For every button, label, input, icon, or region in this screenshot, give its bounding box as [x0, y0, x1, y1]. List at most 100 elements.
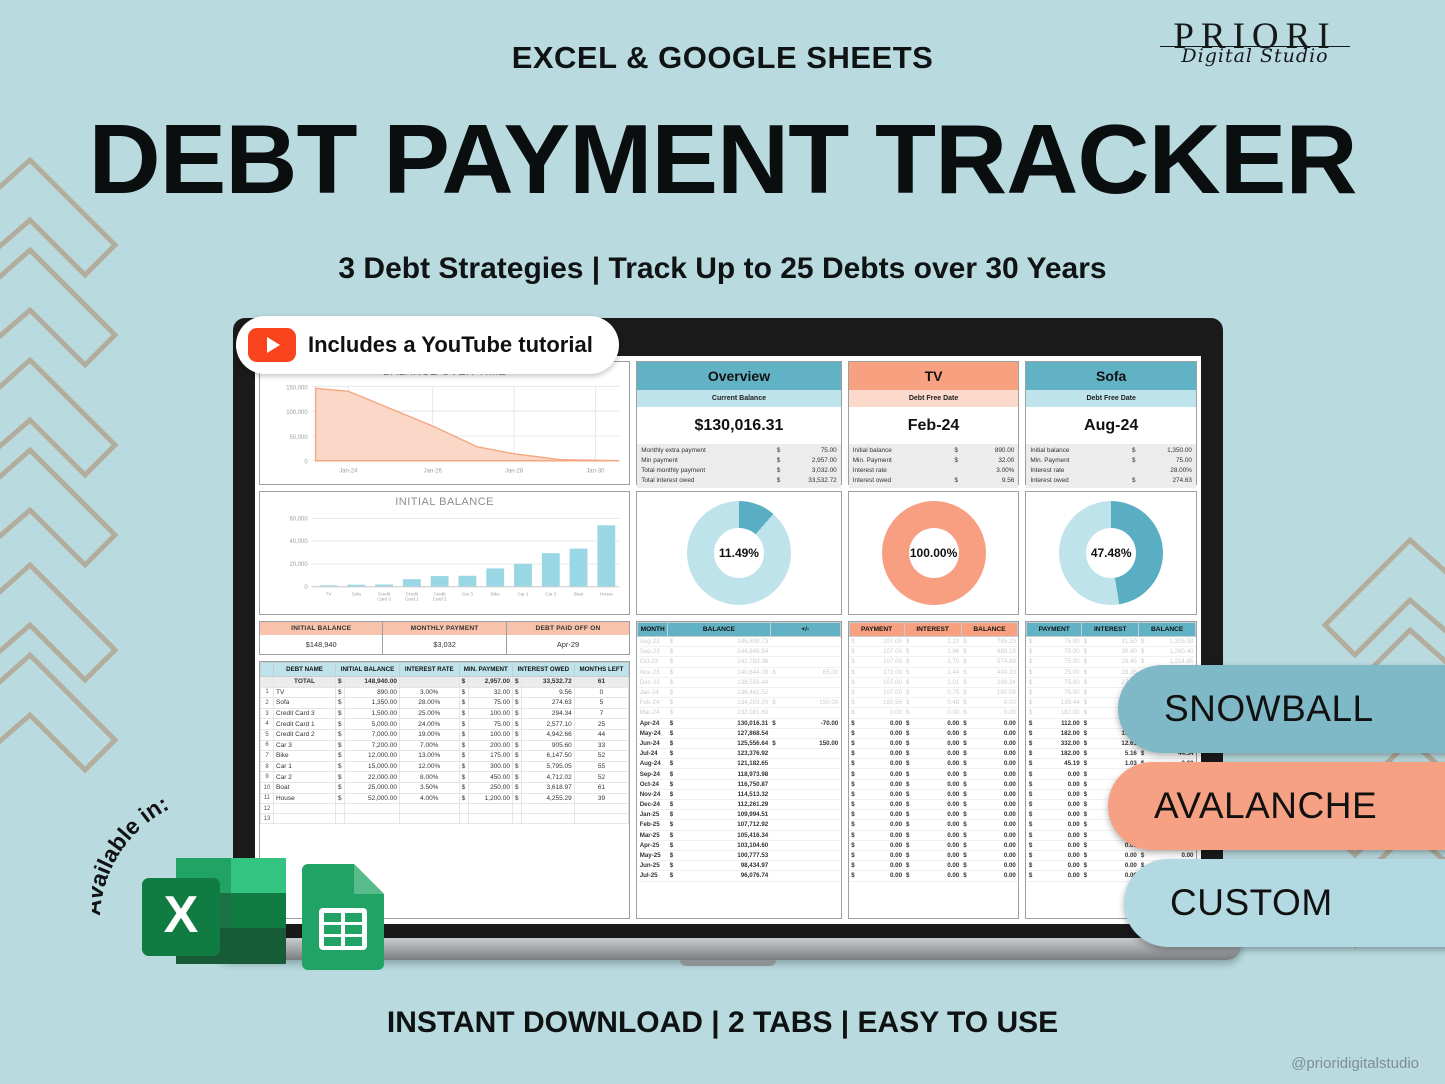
table-row[interactable]: $172.00 $1.44 $404.33	[849, 667, 1018, 678]
table-row[interactable]: 7 Bike $12,000.00 13.00% $175.00 $6,147.50 52	[260, 750, 630, 762]
table-row[interactable]: 3 Credit Card 3 $1,500.00 25.00% $100.00 $294…	[260, 707, 630, 720]
table-row[interactable]: 9 Car 2 $22,000.00 8.00% $450.00 $4,712.02 52	[260, 771, 630, 783]
table-row[interactable]: Nov-23 $140,644.08 $65.00	[637, 667, 841, 678]
table-row[interactable]: Jul-25 $96,076.74	[637, 870, 841, 882]
table-row[interactable]: Jan-24 $136,461.52	[637, 687, 841, 699]
table-row[interactable]: Jun-24 $125,556.64 $150.00	[637, 738, 841, 750]
ds-cur1: $	[1026, 819, 1035, 831]
schedule-adj-cur	[770, 860, 779, 872]
table-row[interactable]: 8 Car 1 $15,000.00 12.00% $300.00 $5,795.05 55	[260, 760, 630, 773]
table-row[interactable]: $0.00$0.00$0.00	[849, 738, 1018, 750]
ds-cur3: $	[961, 646, 970, 658]
table-row[interactable]: $192.56 $0.48 $0.00	[849, 697, 1018, 709]
kpi-row-label: Monthly extra payment	[641, 447, 706, 454]
table-row[interactable]: $0.00$0.00$0.00	[849, 789, 1018, 801]
schedule-month: Feb-25	[637, 819, 668, 831]
table-row[interactable]: Oct-23 $142,783.36	[637, 656, 841, 668]
table-row[interactable]: Aug-23 $146,808.73	[637, 636, 841, 648]
ds-interest: 0.00	[912, 799, 962, 811]
schedule-cur: $	[667, 779, 676, 790]
table-row[interactable]: $0.00$0.00$0.00	[849, 728, 1018, 739]
table-row[interactable]: Jul-24 $123,376.92	[637, 748, 841, 760]
table-row[interactable]: $0.00$0.00$0.00	[849, 799, 1018, 811]
table-row[interactable]: Jan-25 $109,994.51	[637, 809, 841, 821]
ds-payment: 107.00	[857, 636, 905, 648]
ds-cur3: $	[961, 809, 970, 821]
table-row[interactable]: $0.00$0.00$0.00	[849, 768, 1018, 780]
debt-table-header-row: DEBT NAME INITIAL BALANCE INTEREST RATE …	[260, 662, 630, 677]
strategy-pill-custom[interactable]: CUSTOM	[1124, 859, 1445, 947]
table-row[interactable]: 1 TV $890.00 3.00% $32.00 $9.56 0	[260, 686, 630, 699]
table-row[interactable]: Sep-24 $118,973.98	[637, 768, 841, 780]
table-row[interactable]: $0.00$0.00$0.00	[849, 850, 1018, 862]
table-row[interactable]: 13	[260, 813, 630, 825]
table-row[interactable]: 12	[260, 803, 630, 815]
row-cur3	[511, 803, 522, 815]
table-row[interactable]: Apr-25 $103,104.60	[637, 840, 841, 851]
strategy-pill-avalanche[interactable]: AVALANCHE	[1108, 762, 1445, 850]
kpi-row-currency: $	[1131, 447, 1136, 454]
schedule-balance: 96,076.74	[675, 870, 771, 882]
table-row[interactable]: 11 House $52,000.00 4.00% $1,200.00 $4,255.29…	[260, 792, 630, 805]
table-row[interactable]: $107.00 $2.23 $785.23	[849, 636, 1018, 648]
table-row[interactable]: 2 Sofa $1,350.00 28.00% $75.00 $274.63 5	[260, 697, 630, 709]
balance-over-time-plot: 150,000 100,000 50,000 0 Jan-24 Jan-26 J…	[286, 385, 620, 475]
table-row[interactable]: $0.00$0.00$0.00	[849, 718, 1018, 729]
table-row[interactable]: Feb-24 $134,203.20 $150.00	[637, 697, 841, 709]
schedule-balance: 146,808.73	[675, 636, 771, 648]
balance-schedule-panel[interactable]: MONTH BALANCE +/- Aug-23 $146,808.73 Sep-2…	[636, 621, 842, 919]
ds-cur3: $	[961, 707, 970, 719]
table-row[interactable]: $0.00$0.00$0.00	[849, 779, 1018, 790]
table-row[interactable]: Jun-25 $98,434.97	[637, 860, 841, 872]
table-row[interactable]: $107.00 $1.01 $298.34	[849, 677, 1018, 688]
table-row[interactable]: $75.00 $31.50 $1,305.00	[1026, 636, 1196, 648]
ds-interest: 0.00	[912, 850, 962, 862]
schedule-adj	[778, 748, 841, 760]
table-row[interactable]: 6 Car 3 $7,200.00 7.00% $200.00 $905.60 33	[260, 739, 630, 752]
table-row[interactable]: $0.00$0.00$0.00	[849, 819, 1018, 831]
table-row[interactable]: 10 Boat $25,000.00 3.50% $250.00 $3,618.97 61	[260, 781, 630, 794]
ds-interest: 0.00	[1089, 860, 1139, 872]
table-row[interactable]: Dec-23 $138,558.44	[637, 677, 841, 688]
table-row[interactable]: May-25 $100,777.53	[637, 850, 841, 862]
table-row[interactable]: $0.00$0.00$0.00	[849, 809, 1018, 821]
spreadsheet-dashboard[interactable]: BALANCE OVER TIME	[255, 356, 1201, 924]
tv-schedule-table: PAYMENT INTEREST BALANCE $107.00 $2.23 $78…	[848, 622, 1019, 882]
table-row[interactable]: $107.00 $1.96 $680.19	[849, 646, 1018, 658]
table-row[interactable]: Mar-25 $105,416.34	[637, 830, 841, 841]
ds-balance: 404.33	[969, 667, 1018, 678]
ds-cur3: $	[961, 687, 970, 699]
table-row[interactable]: $0.00$0.00$0.00	[849, 748, 1018, 760]
table-row[interactable]: $0.00$0.00$0.00	[849, 758, 1018, 770]
table-row[interactable]: $0.00$0.00$0.00	[849, 830, 1018, 841]
table-row[interactable]: $107.00 $0.75 $192.08	[849, 687, 1018, 699]
ds-interest: 31.50	[1089, 636, 1139, 648]
table-row[interactable]: Mar-24 $132,081.60	[637, 707, 841, 719]
table-row[interactable]: 5 Credit Card 2 $7,000.00 19.00% $100.00 $4,9…	[260, 728, 630, 741]
table-row[interactable]: Oct-24 $116,750.87	[637, 779, 841, 790]
ds-balance: 0.00	[969, 830, 1018, 841]
table-row[interactable]: $107.00 $1.70 $574.89	[849, 656, 1018, 668]
table-row[interactable]: 4 Credit Card 1 $5,000.00 24.00% $75.00 $2,57…	[260, 718, 630, 730]
tv-schedule-panel[interactable]: PAYMENT INTEREST BALANCE $107.00 $2.23 $78…	[847, 621, 1020, 919]
table-row[interactable]: $0.00$0.00$0.00	[849, 840, 1018, 851]
table-row[interactable]: Nov-24 $114,513.32	[637, 789, 841, 801]
table-row[interactable]: Sep-23 $144,846.54	[637, 646, 841, 658]
table-row[interactable]: Apr-24 $130,016.31 $ -70.00	[637, 718, 841, 729]
ds-payment: 0.00	[857, 738, 905, 750]
table-row[interactable]: $0.00$0.00$0.00	[849, 860, 1018, 872]
table-row[interactable]: Feb-25 $107,712.92	[637, 819, 841, 831]
table-row[interactable]: Aug-24 $121,182.65	[637, 758, 841, 770]
table-row[interactable]: May-24 $127,868.54	[637, 728, 841, 739]
table-row[interactable]: $0.00$0.00$0.00	[849, 707, 1018, 719]
table-row[interactable]: $0.00$0.00$0.00	[849, 870, 1018, 882]
table-row[interactable]: $75.00 $30.40 $1,260.40	[1026, 646, 1196, 658]
strategy-pill-snowball[interactable]: SNOWBALL	[1118, 665, 1445, 753]
ds-payment: 182.00	[1034, 748, 1082, 760]
row-cur1: $	[335, 792, 345, 805]
youtube-tutorial-badge[interactable]: Includes a YouTube tutorial	[236, 316, 619, 374]
schedule-month: Nov-23	[637, 667, 668, 678]
schedule-balance: 116,750.87	[675, 779, 771, 790]
table-row[interactable]: Dec-24 $112,261.29	[637, 799, 841, 811]
ds-balance: 298.34	[969, 677, 1018, 688]
